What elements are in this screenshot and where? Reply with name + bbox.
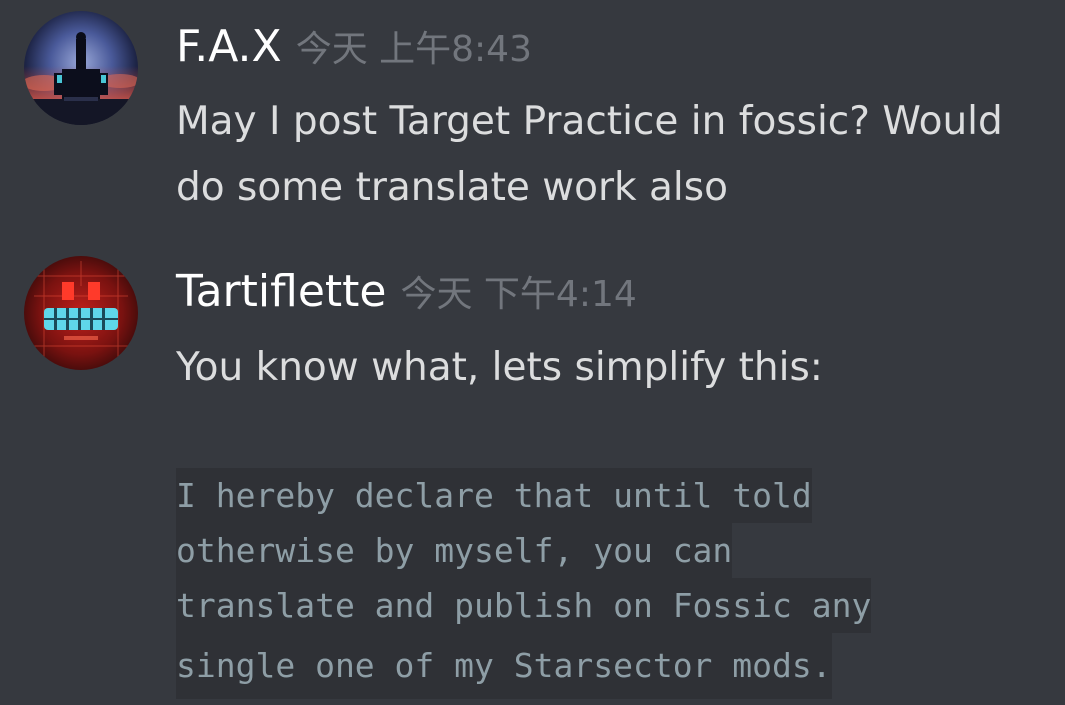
- username[interactable]: F.A.X: [176, 21, 282, 72]
- message-line: You know what, lets simplify this:: [176, 345, 823, 390]
- username[interactable]: Tartiflette: [176, 266, 386, 317]
- code-line: single one of my Starsector mods.: [176, 633, 832, 699]
- message-content: May I post Target Practice in fossic? Wo…: [176, 89, 1003, 221]
- code-line: translate and publish on Fossic any: [176, 578, 872, 633]
- code-line: otherwise by myself, you can: [176, 523, 733, 578]
- code-line: I hereby declare that until told: [176, 468, 812, 523]
- message-content: You know what, lets simplify this:: [176, 335, 823, 401]
- code-block: I hereby declare that until told otherwi…: [176, 468, 872, 699]
- avatar-fax-image: [24, 11, 138, 125]
- message-header: Tartiflette 今天 下午4:14: [176, 265, 637, 317]
- message-header: F.A.X 今天 上午8:43: [176, 20, 532, 72]
- avatar[interactable]: [24, 11, 138, 125]
- timestamp: 今天 下午4:14: [400, 274, 637, 315]
- message-line: May I post Target Practice in fossic? Wo…: [176, 99, 1003, 144]
- timestamp: 今天 上午8:43: [295, 29, 532, 70]
- avatar[interactable]: [24, 256, 138, 370]
- message-line: do some translate work also: [176, 165, 728, 210]
- avatar-tartiflette-image: [24, 256, 138, 370]
